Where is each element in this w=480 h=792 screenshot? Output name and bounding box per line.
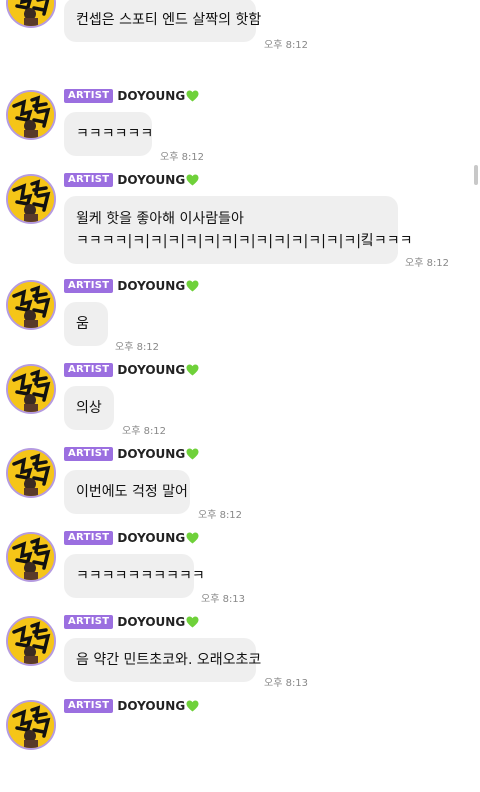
artist-badge: ARTIST bbox=[64, 363, 114, 377]
green-heart-icon bbox=[185, 700, 199, 712]
message-bubble[interactable]: 움 bbox=[64, 302, 108, 346]
artist-badge: ARTIST bbox=[64, 615, 114, 629]
artist-badge: ARTIST bbox=[64, 531, 114, 545]
green-heart-icon bbox=[185, 364, 199, 376]
message-bubble[interactable]: 의상 bbox=[64, 386, 114, 430]
artist-avatar-icon[interactable] bbox=[6, 448, 56, 498]
message-text: 윌케 핫을 좋아해 이사람들아 bbox=[76, 211, 244, 227]
green-heart-icon bbox=[185, 448, 199, 460]
message-time: 오후 8:12 bbox=[122, 426, 167, 437]
message-header: ARTIST DOYOUNG bbox=[64, 278, 199, 294]
message-time: 오후 8:12 bbox=[264, 40, 309, 51]
green-heart-icon bbox=[185, 532, 199, 544]
message-text: ㅋㅋㅋㅋㅋㅋ bbox=[76, 126, 154, 142]
message-time: 오후 8:13 bbox=[264, 678, 309, 689]
message-bubble[interactable]: 윌케 핫을 좋아해 이사람들아 ㅋㅋㅋㅋ|ㅋ|ㅋ|ㅋ|ㅋ|ㅋ|ㅋ|ㅋ|ㅋ|ㅋ|ㅋ|… bbox=[64, 196, 413, 264]
sender-name[interactable]: DOYOUNG bbox=[117, 447, 185, 461]
artist-badge: ARTIST bbox=[64, 173, 114, 187]
message-text: 컨셉은 스포티 엔드 살짝의 핫함 bbox=[76, 12, 262, 28]
message-header: ARTIST DOYOUNG bbox=[64, 530, 199, 546]
message-time: 오후 8:12 bbox=[198, 510, 243, 521]
sender-name[interactable]: DOYOUNG bbox=[117, 173, 185, 187]
message-bubble[interactable]: 음 약간 민트초코와. 오래오초코 bbox=[64, 638, 262, 682]
artist-avatar-icon[interactable] bbox=[6, 532, 56, 582]
scrollbar[interactable] bbox=[474, 165, 478, 185]
sender-name[interactable]: DOYOUNG bbox=[117, 699, 185, 713]
chat-message: ARTIST DOYOUNG 윌케 핫을 좋아해 이사람들아 ㅋㅋㅋㅋ|ㅋ|ㅋ|ㅋ|ㅋ… bbox=[0, 166, 480, 269]
message-text: ㅋㅋㅋㅋㅋㅋㅋㅋㅋㅋ bbox=[76, 568, 205, 584]
artist-badge: ARTIST bbox=[64, 279, 114, 293]
message-time: 오후 8:12 bbox=[160, 152, 205, 163]
green-heart-icon bbox=[185, 280, 199, 292]
message-header: ARTIST DOYOUNG bbox=[64, 698, 199, 714]
artist-badge: ARTIST bbox=[64, 447, 114, 461]
sender-name[interactable]: DOYOUNG bbox=[117, 89, 185, 103]
sender-name[interactable]: DOYOUNG bbox=[117, 531, 185, 545]
message-text: ㅋㅋㅋㅋ|ㅋ|ㅋ|ㅋ|ㅋ|ㅋ|ㅋ|ㅋ|ㅋ|ㅋ|ㅋ|ㅋ|ㅋ|ㅋ|킼ㅋㅋㅋ bbox=[76, 233, 413, 249]
message-text: 의상 bbox=[76, 400, 102, 416]
chat-message: ARTIST DOYOUNG bbox=[0, 692, 480, 792]
sender-name[interactable]: DOYOUNG bbox=[117, 615, 185, 629]
artist-avatar-icon[interactable] bbox=[6, 364, 56, 414]
message-header: ARTIST DOYOUNG bbox=[64, 446, 199, 462]
artist-avatar-icon[interactable] bbox=[6, 616, 56, 666]
artist-avatar-icon[interactable] bbox=[6, 0, 56, 28]
message-text: 움 bbox=[76, 316, 89, 332]
message-bubble[interactable]: 컨셉은 스포티 엔드 살짝의 핫함 bbox=[64, 0, 262, 42]
message-bubble[interactable]: ㅋㅋㅋㅋㅋㅋ bbox=[64, 112, 154, 156]
message-header: ARTIST DOYOUNG bbox=[64, 88, 199, 104]
message-header: ARTIST DOYOUNG bbox=[64, 172, 199, 188]
message-time: 오후 8:13 bbox=[201, 594, 246, 605]
message-time: 오후 8:12 bbox=[115, 342, 160, 353]
artist-avatar-icon[interactable] bbox=[6, 280, 56, 330]
message-text: 이번에도 걱정 말어 bbox=[76, 484, 188, 500]
message-bubble[interactable]: 이번에도 걱정 말어 bbox=[64, 470, 190, 514]
message-header: ARTIST DOYOUNG bbox=[64, 614, 199, 630]
chat-feed[interactable]: ARTISTDOYOUNG컨셉은 스포티 엔드 살짝의 핫함오후 8:12ART… bbox=[0, 0, 480, 750]
message-header: ARTIST DOYOUNG bbox=[64, 362, 199, 378]
artist-badge: ARTIST bbox=[64, 699, 114, 713]
message-time: 오후 8:12 bbox=[405, 258, 450, 269]
message-bubble[interactable]: ㅋㅋㅋㅋㅋㅋㅋㅋㅋㅋ bbox=[64, 554, 205, 598]
green-heart-icon bbox=[185, 90, 199, 102]
message-text: 음 약간 민트초코와. 오래오초코 bbox=[76, 652, 262, 668]
artist-badge: ARTIST bbox=[64, 89, 114, 103]
artist-avatar-icon[interactable] bbox=[6, 174, 56, 224]
green-heart-icon bbox=[185, 174, 199, 186]
sender-name[interactable]: DOYOUNG bbox=[117, 363, 185, 377]
chat-message: ARTISTDOYOUNG컨셉은 스포티 엔드 살짝의 핫함오후 8:12 bbox=[0, 0, 480, 70]
artist-avatar-icon[interactable] bbox=[6, 700, 56, 750]
green-heart-icon bbox=[185, 616, 199, 628]
sender-name[interactable]: DOYOUNG bbox=[117, 279, 185, 293]
artist-avatar-icon[interactable] bbox=[6, 90, 56, 140]
